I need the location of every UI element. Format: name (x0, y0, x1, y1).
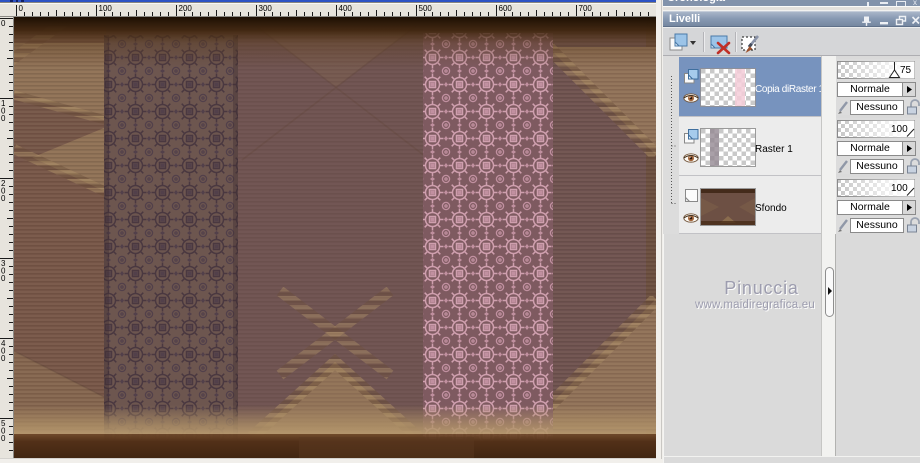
svg-text:700: 700 (579, 4, 593, 13)
svg-text:200: 200 (179, 4, 193, 13)
svg-text:500: 500 (419, 4, 433, 13)
svg-text:300: 300 (259, 4, 273, 13)
svg-text:0: 0 (1, 114, 6, 123)
svg-text:75: 75 (900, 65, 912, 76)
svg-text:0: 0 (19, 4, 24, 13)
svg-text:100: 100 (99, 4, 113, 13)
svg-text:0: 0 (1, 194, 6, 203)
svg-text:0: 0 (1, 274, 6, 283)
svg-text:0: 0 (1, 19, 6, 28)
svg-text:0: 0 (1, 354, 6, 363)
svg-text:0: 0 (1, 434, 6, 443)
svg-text:100: 100 (891, 183, 908, 194)
svg-text:600: 600 (499, 4, 513, 13)
svg-text:400: 400 (339, 4, 353, 13)
svg-text:100: 100 (891, 124, 908, 135)
